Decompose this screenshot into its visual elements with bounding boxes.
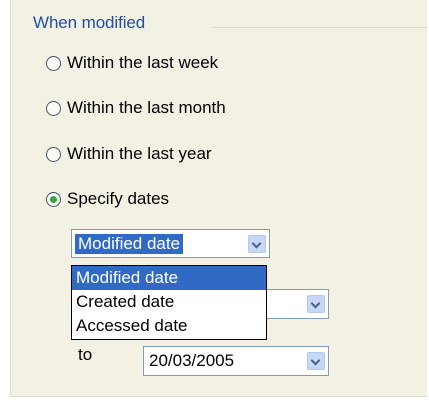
radio-label: Within the last year xyxy=(67,144,212,163)
group-divider xyxy=(211,27,427,28)
dropdown-option-created[interactable]: Created date xyxy=(72,290,266,314)
radio-circle-icon xyxy=(46,55,61,71)
to-date-picker[interactable]: 20/03/2005 xyxy=(143,346,329,376)
radio-last-week[interactable]: Within the last week xyxy=(46,53,218,73)
dropdown-option-modified[interactable]: Modified date xyxy=(72,266,266,290)
group-title: When modified xyxy=(33,13,146,32)
date-type-select[interactable]: Modified date xyxy=(71,229,270,258)
radio-circle-icon xyxy=(46,146,61,162)
date-type-dropdown: Modified date Created date Accessed date xyxy=(71,265,267,340)
radio-specify-dates[interactable]: Specify dates xyxy=(46,189,169,209)
to-date-value: 20/03/2005 xyxy=(149,351,235,370)
filter-panel: When modified Within the last week Withi… xyxy=(10,0,427,397)
dropdown-option-accessed[interactable]: Accessed date xyxy=(72,314,266,338)
to-label: to xyxy=(78,345,93,364)
radio-label: Within the last month xyxy=(67,98,226,117)
radio-circle-icon xyxy=(46,100,61,116)
date-type-value: Modified date xyxy=(75,233,184,254)
chevron-down-icon[interactable] xyxy=(307,295,325,313)
radio-last-month[interactable]: Within the last month xyxy=(46,98,226,118)
chevron-down-icon[interactable] xyxy=(248,234,266,253)
radio-last-year[interactable]: Within the last year xyxy=(46,144,212,164)
radio-checked-icon xyxy=(46,191,61,207)
chevron-down-icon[interactable] xyxy=(307,352,325,370)
radio-label: Within the last week xyxy=(67,53,219,72)
radio-label: Specify dates xyxy=(67,189,170,208)
